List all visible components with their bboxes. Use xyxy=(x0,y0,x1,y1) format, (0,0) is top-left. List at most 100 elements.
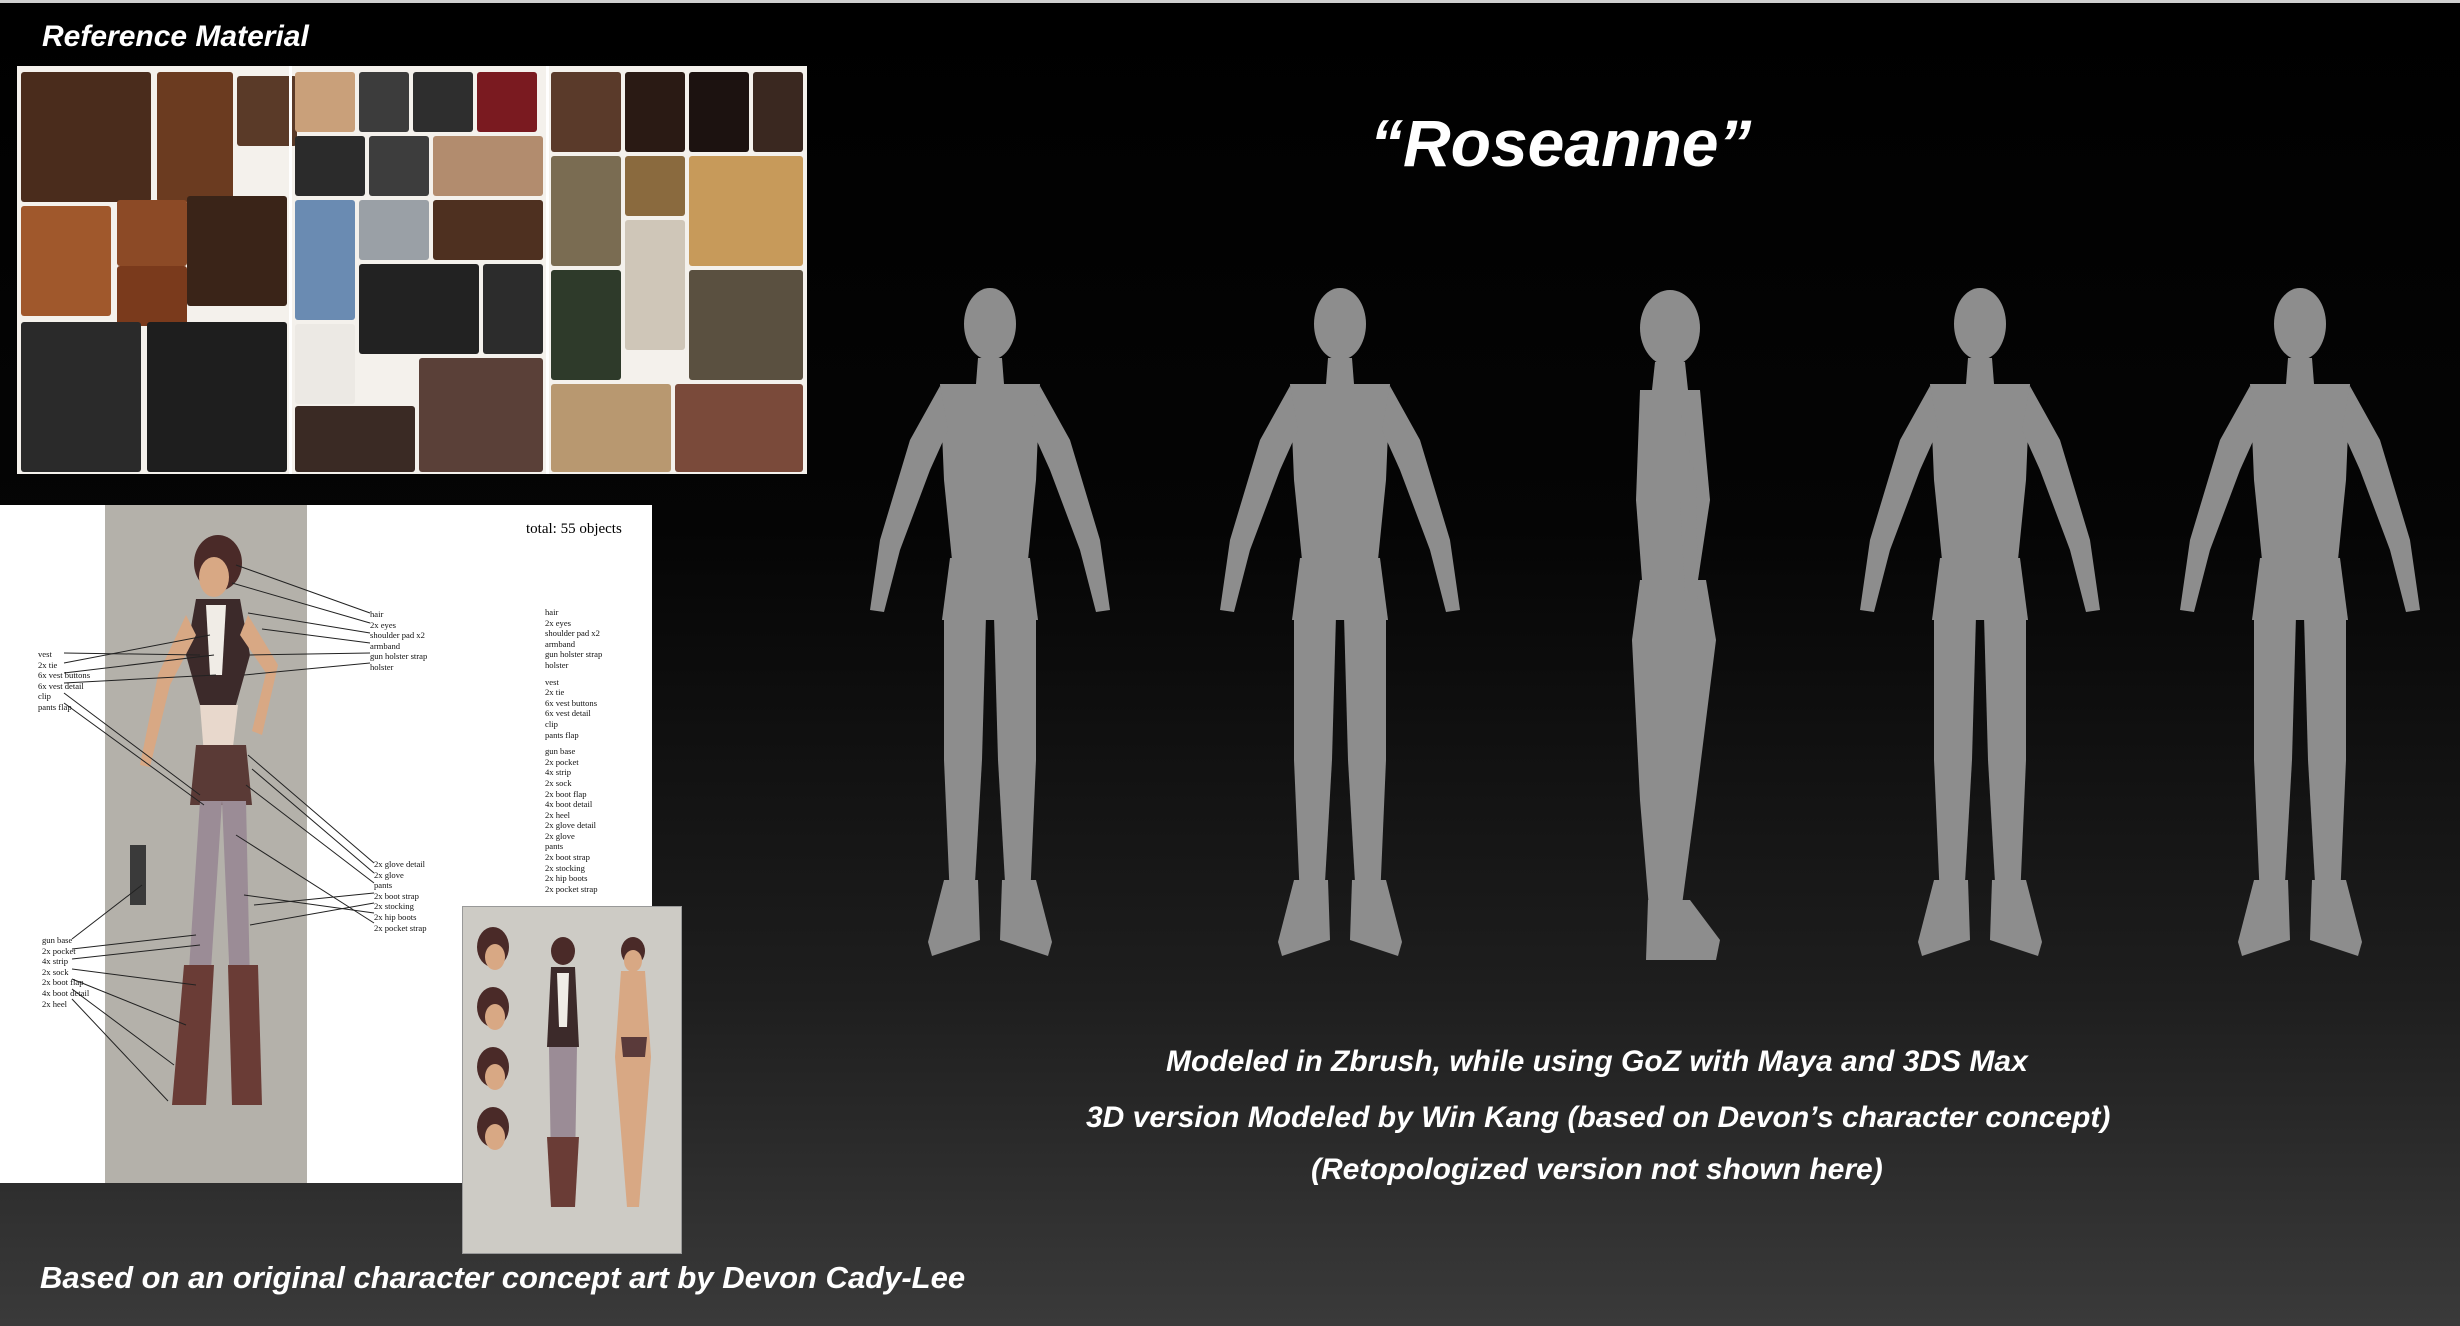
character-photo xyxy=(675,384,803,472)
callout-label: 6x vest detail xyxy=(38,680,84,691)
character-photo xyxy=(551,270,621,380)
object-list-item: 2x sock xyxy=(545,777,572,788)
main-title: “Roseanne” xyxy=(1370,106,1752,180)
callout-label: 2x pocket strap xyxy=(374,922,427,933)
shorts-photo xyxy=(295,200,355,320)
object-list-item: 2x boot flap xyxy=(545,788,587,799)
vest-photo xyxy=(413,72,473,132)
object-list-item: hair xyxy=(545,607,559,617)
model-turnaround xyxy=(820,280,2440,980)
top-border xyxy=(0,0,2460,3)
callout-label: pants flap xyxy=(38,701,72,712)
callout-list-upper-left: vest 2x tie 6x vest buttons 6x vest deta… xyxy=(38,649,90,713)
character-photo xyxy=(625,220,685,350)
collage-divider xyxy=(289,66,292,474)
shorts-photo xyxy=(483,264,543,354)
callout-label: holster xyxy=(370,661,394,672)
callout-list-lower-left: gun base 2x pocket 4x strip 2x sock 2x b… xyxy=(42,935,89,1009)
callout-label: 2x boot strap xyxy=(374,890,419,901)
total-objects-label: total: 55 objects xyxy=(526,521,622,537)
model-front-view xyxy=(870,288,1110,956)
callout-label: 6x vest buttons xyxy=(38,670,91,681)
top-photo xyxy=(433,136,543,196)
object-list-item: 2x boot strap xyxy=(545,852,590,863)
callout-label: 4x boot detail xyxy=(42,987,90,998)
hair-photo xyxy=(625,72,685,152)
callout-label: 2x pocket xyxy=(42,945,76,956)
callout-list-upper-right: hair 2x eyes shoulder pad x2 armband gun… xyxy=(370,609,427,673)
reference-material-title: Reference Material xyxy=(42,20,309,53)
concept-credit: Based on an original character concept a… xyxy=(40,1260,966,1295)
callout-label: 2x tie xyxy=(38,659,58,670)
turnaround-drawing xyxy=(477,927,651,1207)
object-list-item: gun base xyxy=(545,746,576,757)
model-back-view xyxy=(2180,288,2420,956)
callout-label: gun holster strap xyxy=(370,651,428,662)
stocking-photo xyxy=(419,358,543,472)
character-photo xyxy=(689,270,803,380)
object-list-item: pants xyxy=(545,841,564,852)
callout-label: 2x hip boots xyxy=(374,911,417,922)
stocking-photo xyxy=(295,406,415,472)
shorts-photo xyxy=(295,324,355,404)
object-list-item: vest xyxy=(545,676,559,687)
bag-photo xyxy=(21,206,111,316)
object-list-item: armband xyxy=(545,638,576,649)
callout-label: armband xyxy=(370,640,401,651)
boots-photo xyxy=(157,72,233,202)
vest-photo xyxy=(295,72,355,132)
model-back-three-quarter-view xyxy=(1860,288,2100,956)
model-side-view xyxy=(1632,290,1720,960)
callout-label: gun base xyxy=(42,935,73,945)
holster-photo xyxy=(359,264,479,354)
object-list-item: 2x heel xyxy=(545,809,571,820)
object-list-item: pants flap xyxy=(545,729,579,740)
object-list-item: 4x strip xyxy=(545,767,572,778)
glove-photo xyxy=(147,322,287,472)
callout-label: 2x eyes xyxy=(370,619,397,630)
glove-photo xyxy=(21,322,141,472)
turnaround-sheet-image xyxy=(462,906,682,1254)
object-list-item: holster xyxy=(545,659,569,670)
boots-photo xyxy=(21,72,151,202)
character-photo xyxy=(625,156,685,216)
callout-label: 2x sock xyxy=(42,966,69,977)
reference-collage-image xyxy=(17,66,807,474)
bag-photo xyxy=(117,200,187,266)
callout-label: 2x boot flap xyxy=(42,977,84,988)
object-list-item: 2x tie xyxy=(545,687,565,698)
caption-tools: Modeled in Zbrush, while using GoZ with … xyxy=(1166,1045,2028,1078)
object-list: hair 2x eyes shoulder pad x2 armband gun hol… xyxy=(545,607,602,894)
object-list-item: 2x stocking xyxy=(545,862,585,873)
callout-label: clip xyxy=(38,691,51,702)
hair-photo xyxy=(689,72,749,152)
object-list-item: 2x glove detail xyxy=(545,820,597,831)
object-list-item: 2x glove xyxy=(545,830,575,841)
model-front-three-quarter-view xyxy=(1220,288,1460,956)
bag-photo xyxy=(117,266,187,326)
holster-photo xyxy=(433,200,543,260)
object-list-item: gun holster strap xyxy=(545,649,603,660)
object-list-item: 4x boot detail xyxy=(545,799,593,810)
hair-photo xyxy=(753,72,803,152)
callout-label: 4x strip xyxy=(42,956,69,967)
character-photo xyxy=(689,156,803,266)
character-photo xyxy=(551,384,671,472)
boots-photo xyxy=(237,76,297,146)
shirt-photo xyxy=(359,200,429,260)
vest-photo xyxy=(359,72,409,132)
object-list-item: 6x vest buttons xyxy=(545,697,598,708)
object-list-item: 2x hip boots xyxy=(545,873,588,884)
callout-label: hair xyxy=(370,609,384,619)
collage-divider xyxy=(546,66,549,474)
callout-label: 2x stocking xyxy=(374,901,414,912)
glove-photo xyxy=(187,196,287,306)
character-photo xyxy=(551,156,621,266)
object-list-item: shoulder pad x2 xyxy=(545,628,600,639)
callout-list-middle-right: 2x glove detail 2x glove pants 2x boot s… xyxy=(374,859,427,933)
object-list-item: 2x pocket xyxy=(545,756,579,767)
callout-label: 2x glove xyxy=(374,869,404,880)
callout-label: shoulder pad x2 xyxy=(370,630,425,641)
callout-label: 2x glove detail xyxy=(374,859,426,869)
caption-credit: 3D version Modeled by Win Kang (based on… xyxy=(1086,1101,2111,1134)
